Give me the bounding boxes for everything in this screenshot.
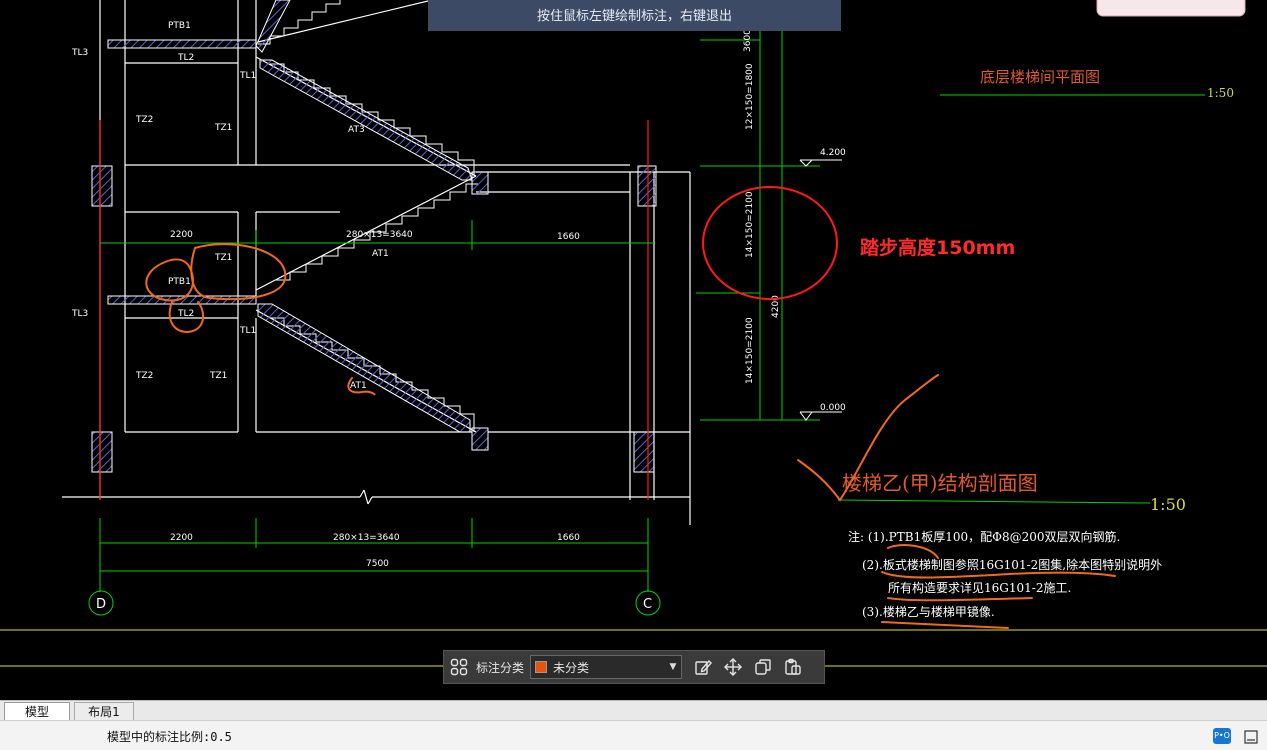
svg-text:TZ1: TZ1 <box>209 371 227 381</box>
svg-text:TZ2: TZ2 <box>135 115 153 125</box>
svg-text:所有构造要求详见16G101-2施工.: 所有构造要求详见16G101-2施工. <box>888 580 1071 595</box>
svg-text:TZ1: TZ1 <box>214 253 232 263</box>
grid-icon[interactable] <box>444 652 474 682</box>
svg-text:280×13=3640: 280×13=3640 <box>346 230 413 240</box>
category-label: 标注分类 <box>476 660 525 675</box>
svg-text:AT1: AT1 <box>350 381 367 391</box>
command-hint-banner: 按住鼠标左键绘制标注，右键退出 <box>428 0 841 31</box>
svg-text:4.200: 4.200 <box>820 148 846 158</box>
category-selected-value: 未分类 <box>553 660 590 675</box>
svg-text:0.000: 0.000 <box>820 403 846 413</box>
chevron-down-icon: ▼ <box>669 662 677 672</box>
svg-text:3600: 3600 <box>743 29 753 52</box>
svg-text:TL2: TL2 <box>177 309 194 319</box>
paste-icon[interactable] <box>778 652 808 682</box>
svg-text:14×150=2100: 14×150=2100 <box>745 317 755 384</box>
minimize-icon[interactable] <box>1244 729 1258 744</box>
svg-text:楼梯乙(甲)结构剖面图: 楼梯乙(甲)结构剖面图 <box>842 471 1038 495</box>
layout-tabs-bar: 模型 布局1 <box>0 700 1267 720</box>
svg-text:(3).楼梯乙与楼梯甲镜像.: (3).楼梯乙与楼梯甲镜像. <box>862 604 995 619</box>
svg-text:TZ2: TZ2 <box>135 371 153 381</box>
move-icon[interactable] <box>718 652 748 682</box>
svg-text:AT3: AT3 <box>348 125 365 135</box>
svg-text:TZ1: TZ1 <box>214 123 232 133</box>
category-select[interactable]: 未分类 ▼ <box>530 655 683 679</box>
copy-icon[interactable] <box>748 652 778 682</box>
svg-text:2200: 2200 <box>170 533 193 543</box>
status-toggle-button[interactable]: P•O <box>1213 728 1231 744</box>
axis-bubble-labels: D C <box>96 597 652 612</box>
svg-text:TL3: TL3 <box>71 309 88 319</box>
svg-text:PTB1: PTB1 <box>168 277 191 287</box>
annotation-circle[interactable] <box>702 186 838 300</box>
svg-text:TL1: TL1 <box>239 326 256 336</box>
svg-text:280×13=3640: 280×13=3640 <box>333 533 400 543</box>
svg-text:1:50: 1:50 <box>1150 495 1186 514</box>
tab-model[interactable]: 模型 <box>4 702 70 720</box>
svg-text:12×150=1800: 12×150=1800 <box>745 63 755 130</box>
svg-text:TL3: TL3 <box>71 48 88 58</box>
svg-text:D: D <box>96 597 106 612</box>
svg-text:TL1: TL1 <box>239 71 256 81</box>
svg-text:2200: 2200 <box>170 230 193 240</box>
edit-icon[interactable] <box>688 652 718 682</box>
category-color-swatch <box>535 661 548 673</box>
structure-lines <box>62 0 691 525</box>
svg-text:PTB1: PTB1 <box>168 21 191 31</box>
svg-text:14×150=2100: 14×150=2100 <box>745 191 755 258</box>
svg-text:1660: 1660 <box>557 533 580 543</box>
svg-text:AT1: AT1 <box>372 249 389 259</box>
app-logo-badge <box>1096 0 1246 17</box>
svg-text:(2).板式楼梯制图参照16G101-2图集,除本图特别说明: (2).板式楼梯制图参照16G101-2图集,除本图特别说明外 <box>862 557 1162 572</box>
annotation-scale-status: 模型中的标注比例:0.5 <box>107 730 232 744</box>
status-bar: 模型中的标注比例:0.5 P•O <box>0 720 1267 750</box>
svg-text:注: (1).PTB1板厚100，配Φ8@200双层双向钢筋: 注: (1).PTB1板厚100，配Φ8@200双层双向钢筋. <box>848 529 1120 544</box>
svg-text:TL2: TL2 <box>177 53 194 63</box>
svg-text:底层楼梯间平面图: 底层楼梯间平面图 <box>980 68 1100 86</box>
svg-text:1:50: 1:50 <box>1207 86 1234 100</box>
svg-text:1660: 1660 <box>557 232 580 242</box>
svg-text:7500: 7500 <box>366 559 389 569</box>
drawing-titles: 底层楼梯间平面图 1:50 楼梯乙(甲)结构剖面图 1:50 <box>842 68 1234 514</box>
cad-drawing-canvas[interactable]: PTB1 TL2 TL3 TL1 TZ2 TZ1 AT3 2200 280×13… <box>0 0 1267 700</box>
tab-layout1[interactable]: 布局1 <box>74 702 134 720</box>
annotation-toolbar: 标注分类 未分类 ▼ <box>443 650 825 684</box>
svg-text:C: C <box>643 597 652 612</box>
annotation-text[interactable]: 踏步高度150mm <box>860 236 1015 259</box>
